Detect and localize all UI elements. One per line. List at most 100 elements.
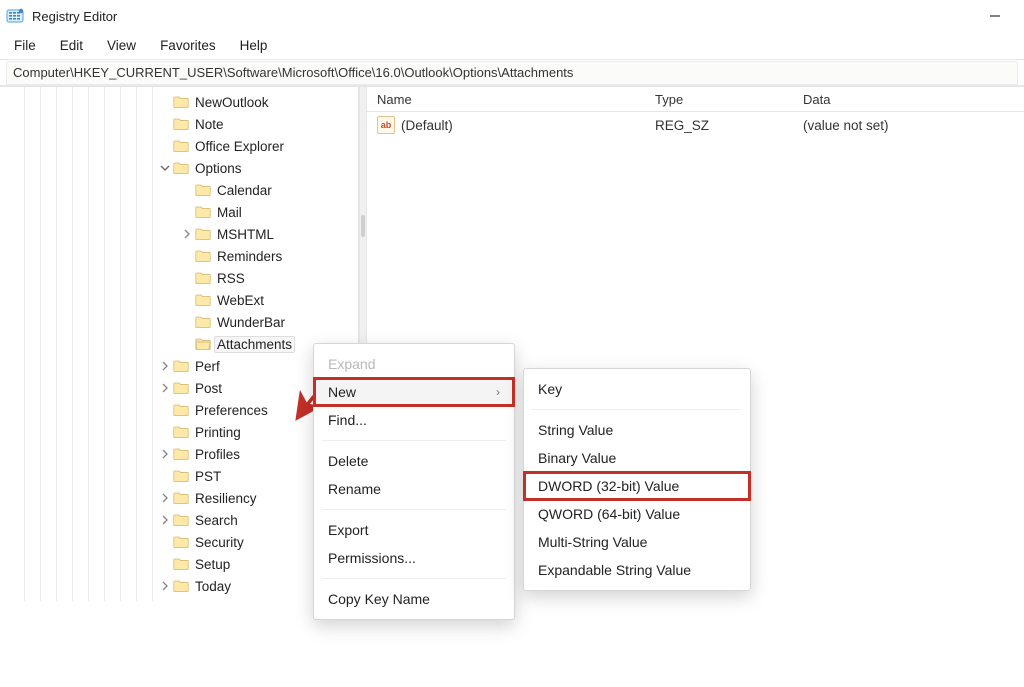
folder-icon [172, 511, 190, 529]
tree-item-pst[interactable]: PST [0, 465, 358, 487]
tree-item-label: Setup [192, 556, 233, 573]
menu-separator [322, 509, 506, 510]
tree-pane[interactable]: NewOutlook Note Office ExplorerOptions Cale… [0, 87, 359, 601]
menu-item-permissions-[interactable]: Permissions... [314, 544, 514, 572]
menu-item-label: Key [538, 381, 562, 397]
folder-icon [194, 291, 212, 309]
tree-item-attachments[interactable]: Attachments [0, 333, 358, 355]
menu-view[interactable]: View [97, 35, 146, 56]
tree-item-mshtml[interactable]: MSHTML [0, 223, 358, 245]
chevron-right-icon[interactable] [180, 227, 194, 241]
menu-separator [532, 409, 742, 410]
address-bar: Computer\HKEY_CURRENT_USER\Software\Micr… [0, 60, 1024, 86]
menu-item-label: New [328, 384, 356, 400]
tree-item-preferences[interactable]: Preferences [0, 399, 358, 421]
twisty-empty [180, 315, 194, 329]
chevron-right-icon[interactable] [158, 381, 172, 395]
tree-item-profiles[interactable]: Profiles [0, 443, 358, 465]
splitter-nub-icon [361, 215, 365, 237]
menu-file[interactable]: File [4, 35, 46, 56]
tree-item-label: WebExt [214, 292, 267, 309]
chevron-right-icon[interactable] [158, 447, 172, 461]
regedit-app-icon [6, 7, 24, 25]
tree-item-reminders[interactable]: Reminders [0, 245, 358, 267]
chevron-right-icon[interactable] [158, 513, 172, 527]
twisty-empty [180, 183, 194, 197]
tree-item-mail[interactable]: Mail [0, 201, 358, 223]
menu-item-find-[interactable]: Find... [314, 406, 514, 434]
tree-item-resiliency[interactable]: Resiliency [0, 487, 358, 509]
folder-icon [172, 445, 190, 463]
twisty-empty [158, 469, 172, 483]
list-header[interactable]: Name Type Data [367, 87, 1024, 112]
chevron-right-icon[interactable] [158, 579, 172, 593]
value-data: (value not set) [793, 118, 1024, 133]
menu-item-new[interactable]: New› [314, 378, 514, 406]
list-body[interactable]: ab (Default) REG_SZ (value not set) [367, 112, 1024, 136]
folder-icon [172, 401, 190, 419]
tree-item-label: Attachments [214, 336, 295, 353]
menu-item-label: Delete [328, 453, 368, 469]
chevron-right-icon[interactable] [158, 491, 172, 505]
tree-item-calendar[interactable]: Calendar [0, 179, 358, 201]
tree-item-rss[interactable]: RSS [0, 267, 358, 289]
menu-item-export[interactable]: Export [314, 516, 514, 544]
context-menu[interactable]: ExpandNew›Find... Delete Rename ExportPermi… [313, 343, 515, 620]
menu-item-rename[interactable]: Rename [314, 475, 514, 503]
tree-item-printing[interactable]: Printing [0, 421, 358, 443]
tree-item-webext[interactable]: WebExt [0, 289, 358, 311]
folder-icon [194, 247, 212, 265]
address-input[interactable]: Computer\HKEY_CURRENT_USER\Software\Micr… [6, 61, 1018, 85]
tree-item-wunderbar[interactable]: WunderBar [0, 311, 358, 333]
tree-item-security[interactable]: Security [0, 531, 358, 553]
column-name[interactable]: Name [367, 92, 645, 107]
twisty-empty [158, 95, 172, 109]
menu-help[interactable]: Help [230, 35, 278, 56]
tree-item-office-explorer[interactable]: Office Explorer [0, 135, 358, 157]
value-type: REG_SZ [645, 118, 793, 133]
tree-item-post[interactable]: Post [0, 377, 358, 399]
menu-edit[interactable]: Edit [50, 35, 93, 56]
folder-icon [172, 357, 190, 375]
menu-item-expandable-string-value[interactable]: Expandable String Value [524, 556, 750, 584]
list-row[interactable]: ab (Default) REG_SZ (value not set) [367, 114, 1024, 136]
minimize-button[interactable] [972, 0, 1018, 32]
menu-item-binary-value[interactable]: Binary Value [524, 444, 750, 472]
menu-item-qword-64-bit-value[interactable]: QWORD (64-bit) Value [524, 500, 750, 528]
menu-favorites[interactable]: Favorites [150, 35, 226, 56]
tree-item-label: RSS [214, 270, 248, 287]
tree-item-setup[interactable]: Setup [0, 553, 358, 575]
menu-item-expand: Expand [314, 350, 514, 378]
tree-item-newoutlook[interactable]: NewOutlook [0, 91, 358, 113]
menu-item-copy-key-name[interactable]: Copy Key Name [314, 585, 514, 613]
twisty-empty [158, 403, 172, 417]
folder-icon [172, 423, 190, 441]
tree-item-label: Calendar [214, 182, 275, 199]
tree-item-label: Security [192, 534, 247, 551]
column-type[interactable]: Type [645, 92, 793, 107]
menu-item-multi-string-value[interactable]: Multi-String Value [524, 528, 750, 556]
menu-item-string-value[interactable]: String Value [524, 416, 750, 444]
tree-item-perf[interactable]: Perf [0, 355, 358, 377]
tree-item-today[interactable]: Today [0, 575, 358, 597]
folder-icon [172, 555, 190, 573]
tree-item-label: Resiliency [192, 490, 260, 507]
menu-item-key[interactable]: Key [524, 375, 750, 403]
chevron-right-icon[interactable] [158, 359, 172, 373]
context-submenu-new[interactable]: Key String Value Binary ValueDWORD (32-bit… [523, 368, 751, 591]
tree-item-label: Note [192, 116, 227, 133]
chevron-down-icon[interactable] [158, 161, 172, 175]
menu-item-dword-32-bit-value[interactable]: DWORD (32-bit) Value [524, 472, 750, 500]
twisty-empty [180, 249, 194, 263]
menu-item-delete[interactable]: Delete [314, 447, 514, 475]
menu-item-label: String Value [538, 422, 613, 438]
column-data[interactable]: Data [793, 92, 1024, 107]
folder-icon [194, 335, 212, 353]
tree-item-note[interactable]: Note [0, 113, 358, 135]
twisty-empty [180, 293, 194, 307]
menu-item-label: QWORD (64-bit) Value [538, 506, 680, 522]
tree-item-search[interactable]: Search [0, 509, 358, 531]
menu-item-label: Copy Key Name [328, 591, 430, 607]
tree-item-options[interactable]: Options [0, 157, 358, 179]
twisty-empty [158, 535, 172, 549]
